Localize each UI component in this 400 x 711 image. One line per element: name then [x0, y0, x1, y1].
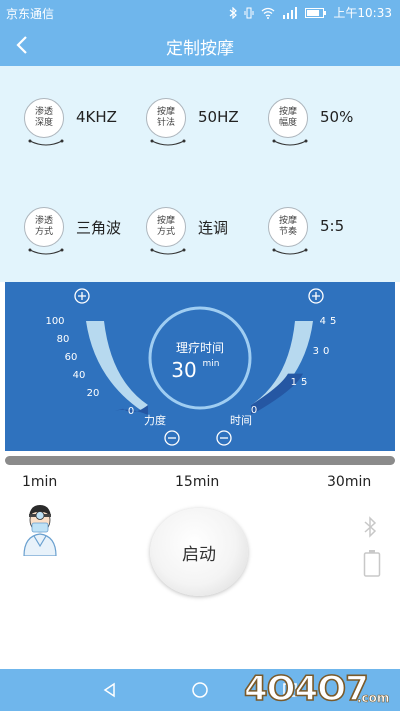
adjust-arc-icon: [150, 139, 186, 146]
param-badge: 按摩幅度: [268, 98, 308, 138]
timer-unit: min: [203, 359, 220, 369]
therapy-dial-panel: 100 80 60 40 20 0 45 30 15 0 理疗时间 30 min 力度 时间: [5, 282, 395, 451]
doctor-avatar-icon: [23, 505, 57, 556]
parameters-panel: 渗透深度 4KHZ 按摩针法 50HZ 按摩幅度 50% 渗透方式 三角波 按摩…: [0, 66, 400, 282]
adjust-arc-icon: [28, 139, 64, 146]
signal-icon: [283, 6, 298, 19]
vibrate-icon: [244, 7, 254, 18]
wifi-icon: [261, 7, 275, 19]
duration-label-max: 30min: [327, 474, 372, 490]
param-value: 三角波: [76, 219, 122, 237]
time-tick-label: 15: [291, 377, 312, 388]
duration-labels: 1min 15min 30min: [0, 474, 400, 494]
param-badge: 渗透深度: [24, 98, 64, 138]
adjust-arc-icon: [150, 248, 186, 255]
duration-label-mid: 15min: [175, 474, 220, 490]
param-badge: 渗透方式: [24, 207, 64, 247]
nav-back-icon[interactable]: [100, 680, 120, 700]
watermark-logo: 4O4O7 .com: [243, 668, 390, 708]
time-label: 时间: [230, 414, 252, 427]
strength-tick-label: 0: [128, 406, 134, 417]
param-value: 4KHZ: [76, 108, 117, 126]
param-value: 连调: [198, 219, 229, 237]
svg-text:4O4O7: 4O4O7: [244, 669, 368, 708]
duration-label-min: 1min: [22, 474, 58, 490]
param-value: 50%: [320, 108, 354, 126]
time-plus-icon[interactable]: [308, 288, 324, 304]
param-value: 50HZ: [198, 108, 239, 126]
strength-plus-icon[interactable]: [74, 288, 90, 304]
strength-tick-label: 80: [57, 334, 70, 345]
time-tick-label: 30: [313, 346, 334, 357]
timer-ring: [148, 306, 252, 410]
param-badge: 按摩针法: [146, 98, 186, 138]
carrier-name: 京东通信: [6, 7, 55, 21]
adjust-arc-icon: [272, 139, 308, 146]
strength-label: 力度: [144, 413, 166, 427]
timer-label: 理疗时间: [176, 341, 224, 355]
param-badge: 按摩方式: [146, 207, 186, 247]
svg-text:.com: .com: [357, 691, 389, 705]
status-bar: 京东通信 上午10:33: [0, 0, 400, 24]
param-badge: 按摩节奏: [268, 207, 308, 247]
clock: 上午10:33: [333, 6, 392, 20]
strength-minus-icon[interactable]: [164, 430, 180, 446]
duration-slider[interactable]: [5, 456, 395, 465]
bluetooth-status-icon: [230, 6, 238, 19]
param-value: 5:5: [320, 217, 345, 235]
nav-home-icon[interactable]: [190, 680, 210, 700]
timer-value: 30: [171, 358, 196, 382]
strength-tick-label: 20: [87, 388, 100, 399]
adjust-arc-icon: [272, 248, 308, 255]
time-minus-icon[interactable]: [216, 430, 232, 446]
strength-tick-label: 40: [73, 370, 86, 381]
header-bar: 定制按摩: [0, 24, 400, 66]
start-button[interactable]: 启动: [150, 508, 248, 596]
strength-tick-label: 60: [65, 352, 78, 363]
battery-status-icon: [305, 7, 327, 18]
page-title: 定制按摩: [166, 39, 234, 59]
adjust-arc-icon: [28, 248, 64, 255]
strength-tick-label: 100: [45, 316, 64, 327]
bluetooth-icon[interactable]: [362, 516, 378, 538]
device-battery-icon: [363, 550, 381, 577]
time-tick-label: 45: [320, 316, 341, 327]
time-tick-label: 0: [251, 405, 261, 416]
strength-gauge-track[interactable]: [86, 321, 148, 415]
